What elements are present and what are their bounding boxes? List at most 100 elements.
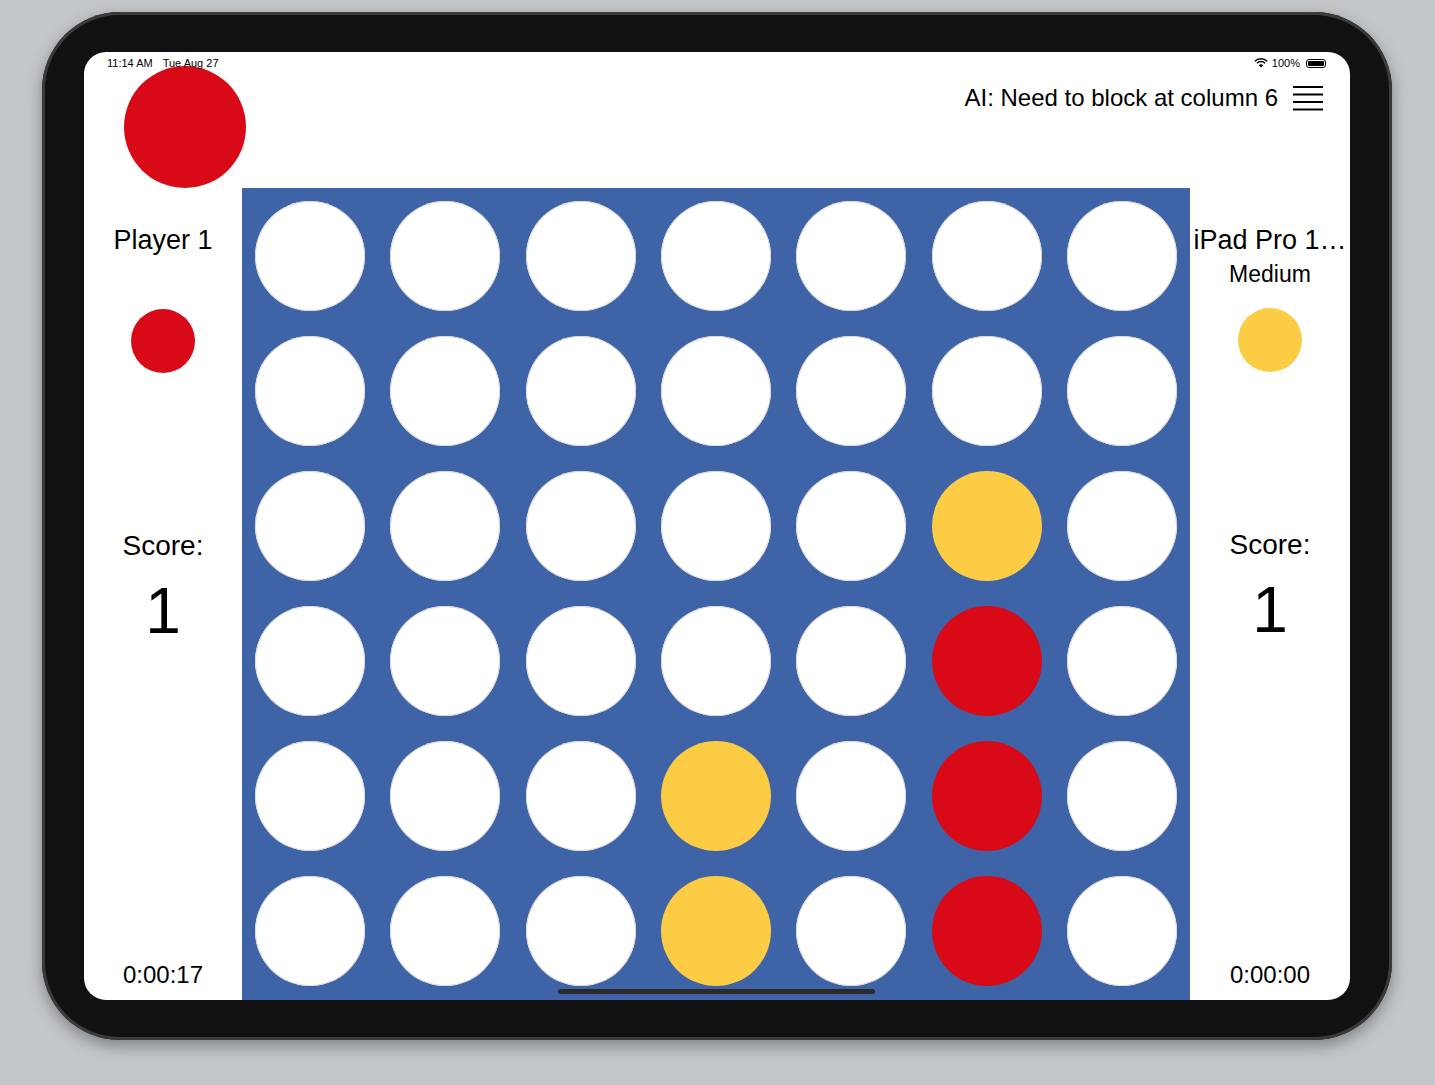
board-slot (526, 876, 636, 986)
board-cell[interactable] (242, 593, 377, 728)
board-cell[interactable] (513, 728, 648, 863)
board-slot (932, 606, 1042, 716)
board-slot (1067, 201, 1177, 311)
board-cell[interactable] (919, 458, 1054, 593)
player-name: Player 1 (113, 223, 212, 257)
board-slot (661, 741, 771, 851)
board-slot (390, 201, 500, 311)
game-board[interactable] (242, 188, 1190, 1000)
board-cell[interactable] (784, 728, 919, 863)
board-cell[interactable] (784, 863, 919, 998)
board-cell[interactable] (648, 728, 783, 863)
battery-percent: 100% (1272, 57, 1300, 69)
board-cell[interactable] (1055, 863, 1190, 998)
status-date: Tue Aug 27 (163, 57, 219, 69)
board-cell[interactable] (919, 323, 1054, 458)
board-cell[interactable] (1055, 188, 1190, 323)
status-bar: 11:14 AM Tue Aug 27 100% (107, 57, 1326, 69)
header: AI: Need to block at column 6 (84, 52, 1350, 188)
board-cell[interactable] (377, 593, 512, 728)
board-slot (796, 606, 906, 716)
board-cell[interactable] (1055, 323, 1190, 458)
score-label: Score: (123, 529, 204, 563)
board-slot (1067, 336, 1177, 446)
board-cell[interactable] (648, 458, 783, 593)
player-timer: 0:00:00 (1230, 960, 1310, 990)
score-value: 1 (1252, 574, 1288, 646)
board-slot (796, 741, 906, 851)
board-slot (255, 741, 365, 851)
board-slot (390, 876, 500, 986)
board-cell[interactable] (1055, 728, 1190, 863)
board-cell[interactable] (242, 188, 377, 323)
board-cell[interactable] (513, 323, 648, 458)
player-disc (1238, 308, 1302, 372)
board-slot (661, 336, 771, 446)
board-cell[interactable] (784, 188, 919, 323)
board-cell[interactable] (648, 323, 783, 458)
player-timer: 0:00:17 (123, 960, 203, 990)
board-cell[interactable] (648, 188, 783, 323)
board-cell[interactable] (513, 188, 648, 323)
current-turn-disc (124, 66, 246, 188)
board-cell[interactable] (242, 458, 377, 593)
board-cell[interactable] (242, 323, 377, 458)
board-cell[interactable] (919, 863, 1054, 998)
board-slot (526, 606, 636, 716)
ipad-frame: 11:14 AM Tue Aug 27 100% AI: Need to block … (42, 12, 1392, 1040)
board-slot (255, 606, 365, 716)
home-indicator[interactable] (558, 989, 875, 994)
difficulty: Medium (1229, 259, 1311, 289)
ai-message: AI: Need to block at column 6 (965, 84, 1279, 112)
board-slot (526, 741, 636, 851)
board-cell[interactable] (648, 863, 783, 998)
score-value: 1 (145, 575, 181, 647)
board-slot (526, 336, 636, 446)
board-slot (526, 471, 636, 581)
board-slot (1067, 876, 1177, 986)
board-cell[interactable] (648, 593, 783, 728)
board-slot (932, 201, 1042, 311)
board-slot (1067, 606, 1177, 716)
board-cell[interactable] (919, 593, 1054, 728)
board-slot (390, 471, 500, 581)
board-slot (1067, 471, 1177, 581)
board-slot (255, 201, 365, 311)
board-slot (796, 876, 906, 986)
board-cell[interactable] (377, 323, 512, 458)
board-slot (796, 471, 906, 581)
board-cell[interactable] (513, 458, 648, 593)
board-cell[interactable] (784, 593, 919, 728)
board-cell[interactable] (377, 863, 512, 998)
battery-icon (1306, 59, 1326, 68)
board-cell[interactable] (1055, 458, 1190, 593)
score-label: Score: (1230, 528, 1311, 562)
board-slot (255, 876, 365, 986)
board-cell[interactable] (1055, 593, 1190, 728)
board-slot (661, 876, 771, 986)
board-slot (661, 471, 771, 581)
board-slot (1067, 741, 1177, 851)
board-cell[interactable] (377, 728, 512, 863)
board-slot (255, 336, 365, 446)
board-cell[interactable] (377, 188, 512, 323)
board-slot (255, 471, 365, 581)
board-slot (932, 471, 1042, 581)
board-cell[interactable] (513, 863, 648, 998)
board-cell[interactable] (784, 323, 919, 458)
board-slot (390, 741, 500, 851)
board-cell[interactable] (919, 728, 1054, 863)
board-slot (526, 201, 636, 311)
board-slot (661, 606, 771, 716)
board-cell[interactable] (784, 458, 919, 593)
board-cell[interactable] (919, 188, 1054, 323)
board-slot (390, 336, 500, 446)
board-slot (932, 876, 1042, 986)
board-cell[interactable] (513, 593, 648, 728)
board-cell[interactable] (377, 458, 512, 593)
wifi-icon (1254, 58, 1268, 68)
board-cell[interactable] (242, 863, 377, 998)
board-cell[interactable] (242, 728, 377, 863)
menu-icon[interactable] (1292, 84, 1324, 112)
status-time: 11:14 AM (107, 57, 153, 69)
